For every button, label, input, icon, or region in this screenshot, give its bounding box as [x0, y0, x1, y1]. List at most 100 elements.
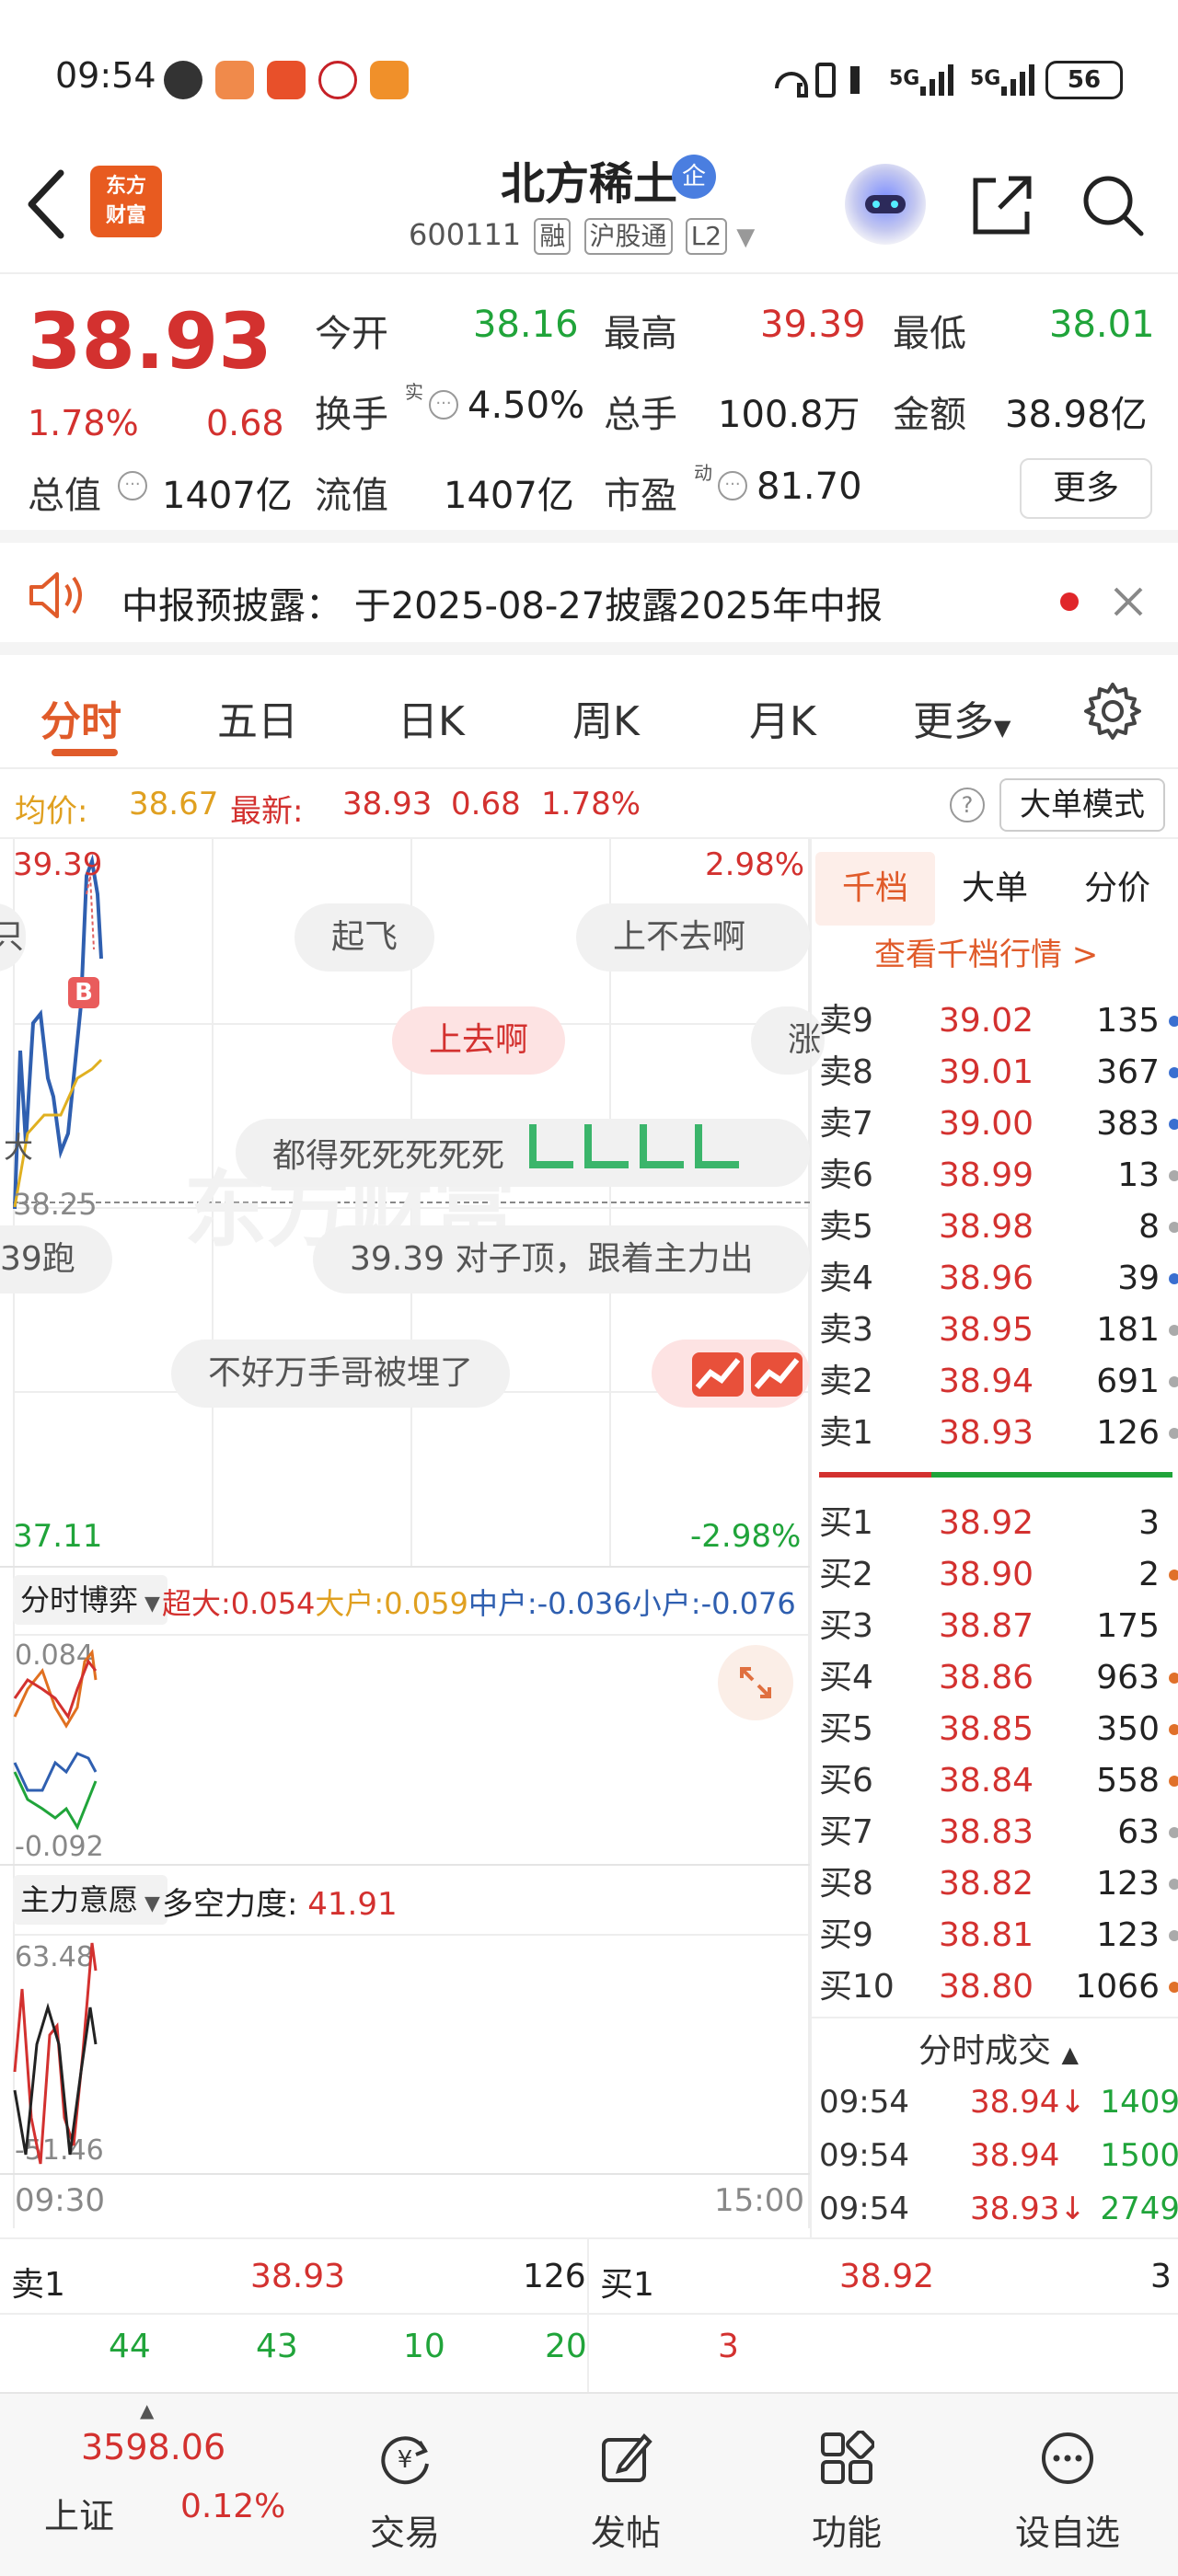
nav-post[interactable]: 发帖 [534, 2394, 718, 2576]
sell-order-row[interactable]: 卖3 38.95 181 [819, 1305, 1178, 1356]
tab-five-day[interactable]: 五日 [217, 688, 298, 747]
more-button[interactable]: 更多 [1020, 458, 1152, 519]
danmu-bubble[interactable] [652, 1340, 810, 1408]
mktcap-value: 1407亿 [162, 475, 293, 517]
order-level-label: 卖2 [819, 1363, 873, 1400]
tab-daily-k[interactable]: 日K [398, 688, 465, 747]
sub2-selector[interactable]: 主力意愿 ▼ [13, 1875, 167, 1925]
tab-more[interactable]: 更多▼ [913, 688, 1011, 747]
volume-label: 总手 [604, 394, 677, 436]
tab-underline [52, 749, 118, 756]
trades-title[interactable]: 分时成交 ▲ [918, 2024, 1079, 2072]
alarm-icon [164, 61, 202, 99]
share-icon[interactable] [968, 171, 1036, 239]
info-icon[interactable]: ··· [718, 471, 747, 500]
sell-order-row[interactable]: 卖5 38.98 8 [819, 1202, 1178, 1253]
sell-order-row[interactable]: 卖4 38.96 39 [819, 1253, 1178, 1305]
y-axis-min-pct: -2.98% [690, 1518, 802, 1555]
sell-order-row[interactable]: 卖2 38.94 691 [819, 1356, 1178, 1408]
mid-price: 38.25 [13, 1187, 98, 1222]
buy-order-row[interactable]: 买6 38.84 558 [819, 1755, 1178, 1807]
order-volume: 2 [1138, 1556, 1160, 1593]
tab-monthly-k[interactable]: 月K [749, 688, 816, 747]
pe-sup: 动 [694, 462, 712, 484]
sell-order-row[interactable]: 卖7 39.00 383 [819, 1098, 1178, 1150]
help-icon[interactable]: ? [950, 788, 985, 822]
buy-marker[interactable]: B [68, 977, 99, 1008]
order-flag-dot [1169, 1879, 1178, 1890]
trade-yen-icon: ¥ [381, 2436, 429, 2485]
tab-weekly-k[interactable]: 周K [572, 688, 640, 747]
trades-title-label: 分时成交 [918, 2032, 1052, 2070]
stock-code-row[interactable]: 600111 融 沪股通 L2 ▼ [409, 217, 755, 255]
book-tab-big-order[interactable]: 大单 [935, 852, 1055, 926]
book-tab-thousand[interactable]: 千档 [815, 852, 935, 926]
search-icon[interactable] [1079, 171, 1147, 239]
close-icon[interactable] [1112, 585, 1145, 618]
order-volume: 135 [1096, 1002, 1160, 1040]
latest-label: 最新: [230, 793, 304, 830]
danmu-bubble[interactable]: 39跑 [0, 1225, 112, 1294]
y-axis-max-pct: 2.98% [705, 846, 805, 883]
big-order-mode-button[interactable]: 大单模式 [999, 778, 1165, 832]
order-price: 38.92 [939, 1504, 1034, 1542]
order-price: 38.99 [939, 1156, 1034, 1194]
info-icon[interactable]: ··· [429, 390, 458, 420]
danmu-bubble[interactable]: 上不去啊 [576, 903, 810, 972]
book-tab-price-dist[interactable]: 分价 [1055, 852, 1178, 926]
strip-buy-price: 38.92 [839, 2258, 935, 2295]
tab-more-label: 更多 [913, 698, 994, 745]
sell-bar [819, 1472, 931, 1478]
order-volume: 123 [1096, 1865, 1160, 1903]
danmu-fragment: 大 [4, 1130, 34, 1165]
tab-intraday[interactable]: 分时 [40, 688, 121, 747]
danmu-bubble[interactable]: 起飞 [294, 903, 435, 972]
order-level-label: 买6 [819, 1762, 873, 1800]
danmu-bubble[interactable]: 不好万手哥被埋了 [171, 1340, 511, 1408]
app-notification-icon [215, 61, 254, 99]
intraday-chart-area[interactable]: 东方财富 B 39.39 2.98% 38.25 37.11 -2.98% 只 … [0, 839, 825, 2237]
buy-order-row[interactable]: 买10 38.80 1066 [819, 1961, 1178, 2013]
current-price: 38.93 [28, 296, 272, 386]
order-price: 38.84 [939, 1762, 1034, 1800]
order-level-label: 买8 [819, 1865, 873, 1903]
order-volume: 126 [1096, 1414, 1160, 1452]
nav-functions[interactable]: 功能 [755, 2394, 939, 2576]
index-ticker[interactable]: ▲ 3598.06 上证 0.12% [0, 2394, 285, 2576]
info-icon[interactable]: ··· [118, 471, 147, 500]
buy-order-row[interactable]: 买9 38.81 123 [819, 1910, 1178, 1961]
order-price: 38.86 [939, 1659, 1034, 1696]
dropdown-arrow-icon: ▼ [138, 1593, 160, 1616]
buy-order-row[interactable]: 买8 38.82 123 [819, 1858, 1178, 1910]
amount-value: 38.98亿 [1005, 394, 1148, 436]
danmu-bubble[interactable]: 39.39 对子顶，跟着主力出 [313, 1225, 810, 1294]
danmu-bubble[interactable]: 都得死死死死死 [236, 1119, 810, 1187]
announcement-bar[interactable]: 中报预披露： 于2025-08-27披露2025年中报 [0, 543, 1178, 655]
dropdown-arrow-icon: ▼ [138, 1892, 160, 1915]
order-volume: 8 [1138, 1208, 1160, 1246]
order-volume: 123 [1096, 1916, 1160, 1954]
sell-order-row[interactable]: 卖1 38.93 126 [819, 1408, 1178, 1459]
edit-post-icon [602, 2433, 653, 2482]
buy-order-row[interactable]: 买2 38.90 2 [819, 1549, 1178, 1601]
sell-order-row[interactable]: 卖8 39.01 367 [819, 1047, 1178, 1098]
nav-trade[interactable]: ¥ 交易 [313, 2394, 497, 2576]
buy-order-row[interactable]: 买7 38.83 63 [819, 1807, 1178, 1858]
buy-order-row[interactable]: 买5 38.85 350 [819, 1704, 1178, 1755]
settings-gear-icon[interactable] [1082, 681, 1143, 742]
nav-watchlist[interactable]: 设自选 [976, 2394, 1160, 2576]
sell-order-row[interactable]: 卖9 39.02 135 [819, 995, 1178, 1047]
trade-volume: 1500 [1100, 2137, 1178, 2174]
sell-order-row[interactable]: 卖6 38.99 13 [819, 1150, 1178, 1202]
danmu-bubble[interactable]: 上去啊 [392, 1006, 566, 1075]
order-level-label: 卖6 [819, 1156, 873, 1194]
view-thousand-link[interactable]: 查看千档行情 > [874, 929, 1098, 974]
order-volume: 963 [1096, 1659, 1160, 1696]
buy-order-row[interactable]: 买4 38.86 963 [819, 1652, 1178, 1704]
sub1-selector[interactable]: 分时博弈 ▼ [13, 1575, 167, 1625]
buy-order-row[interactable]: 买1 38.92 3 [819, 1498, 1178, 1549]
ai-assistant-icon[interactable] [845, 164, 926, 245]
speaker-icon [29, 572, 82, 618]
expand-icon[interactable] [718, 1645, 793, 1720]
buy-order-row[interactable]: 买3 38.87 175 [819, 1601, 1178, 1652]
